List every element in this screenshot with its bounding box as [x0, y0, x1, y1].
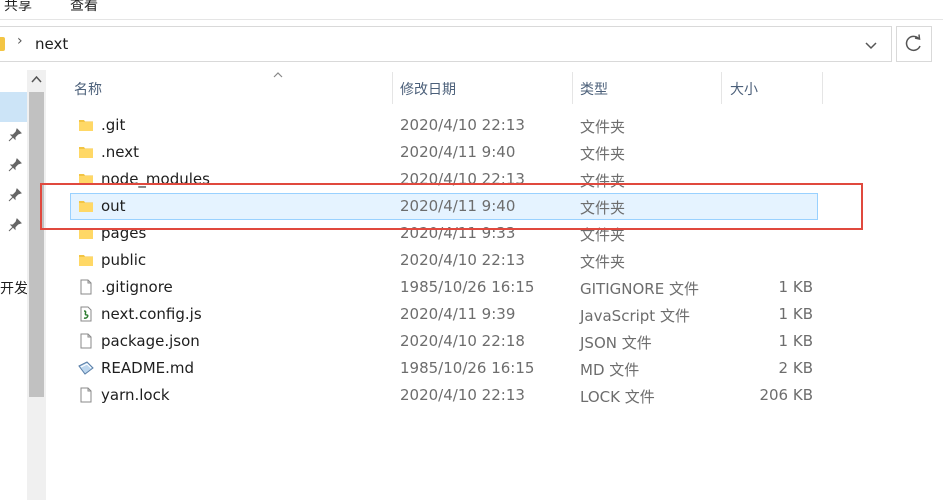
file-name: pages [101, 224, 147, 242]
file-name: node_modules [101, 170, 210, 188]
folder-icon [78, 117, 94, 133]
folder-icon [78, 171, 94, 187]
refresh-icon [905, 34, 921, 52]
column-divider[interactable] [392, 72, 393, 104]
column-divider[interactable] [721, 72, 722, 104]
pin-icon[interactable] [8, 128, 22, 142]
file-type: 文件夹 [580, 199, 626, 217]
file-type: MD 文件 [580, 361, 640, 379]
file-row[interactable]: README.md 1985/10/26 16:15 MD 文件 2 KB [70, 355, 818, 382]
ribbon-tab-view[interactable]: 查看 [70, 0, 98, 15]
column-name[interactable]: 名称 [74, 79, 102, 99]
file-row[interactable]: pages 2020/4/11 9:33 文件夹 [70, 220, 818, 247]
file-size: 206 KB [759, 386, 813, 404]
column-header: 名称 修改日期 类型 大小 [48, 70, 943, 106]
file-name: .gitignore [101, 278, 173, 296]
file-date: 2020/4/10 22:13 [400, 170, 525, 188]
file-row[interactable]: .gitignore 1985/10/26 16:15 GITIGNORE 文件… [70, 274, 818, 301]
file-name: out [101, 197, 126, 215]
column-size[interactable]: 大小 [730, 79, 758, 99]
file-type: 文件夹 [580, 145, 626, 163]
column-type[interactable]: 类型 [580, 79, 608, 99]
file-name: .git [101, 116, 126, 134]
file-size: 1 KB [778, 278, 813, 296]
file-date: 2020/4/11 9:40 [400, 143, 516, 161]
pin-icon[interactable] [8, 218, 22, 232]
file-size: 2 KB [778, 359, 813, 377]
file-row[interactable]: .git 2020/4/10 22:13 文件夹 [70, 112, 818, 139]
file-type: 文件夹 [580, 172, 626, 190]
folder-icon [78, 144, 94, 160]
file-name: README.md [101, 359, 195, 377]
folder-icon [78, 225, 94, 241]
pin-icon[interactable] [8, 158, 22, 172]
ribbon-divider [0, 19, 943, 20]
column-date[interactable]: 修改日期 [400, 79, 456, 99]
column-divider[interactable] [822, 72, 823, 104]
ribbon-tab-share[interactable]: 共享 [4, 0, 32, 15]
file-type: 文件夹 [580, 118, 626, 136]
file-date: 2020/4/11 9:33 [400, 224, 516, 242]
file-icon [78, 333, 94, 349]
address-path[interactable]: next [35, 35, 68, 53]
chevron-right-icon[interactable]: › [17, 33, 23, 49]
file-type: LOCK 文件 [580, 388, 655, 406]
sidebar-item-label[interactable]: 开发 [0, 278, 28, 298]
file-date: 2020/4/11 9:39 [400, 305, 516, 323]
file-type: JavaScript 文件 [580, 307, 690, 325]
file-row[interactable]: package.json 2020/4/10 22:18 JSON 文件 1 K… [70, 328, 818, 355]
chevron-down-icon[interactable] [861, 35, 881, 55]
file-icon [78, 279, 94, 295]
scroll-up-icon[interactable] [27, 71, 46, 89]
file-icon [78, 387, 94, 403]
folder-icon [78, 198, 94, 214]
sort-ascending-icon [273, 72, 283, 78]
file-date: 2020/4/10 22:13 [400, 386, 525, 404]
file-date: 1985/10/26 16:15 [400, 278, 535, 296]
file-row[interactable]: public 2020/4/10 22:13 文件夹 [70, 247, 818, 274]
file-row[interactable]: next.config.js 2020/4/11 9:39 JavaScript… [70, 301, 818, 328]
file-date: 2020/4/11 9:40 [400, 197, 516, 215]
file-name: package.json [101, 332, 200, 350]
file-type: 文件夹 [580, 226, 626, 244]
file-row-selected[interactable]: out 2020/4/11 9:40 文件夹 [70, 193, 818, 220]
file-size: 1 KB [778, 305, 813, 323]
ribbon-tabs: 共享 查看 [0, 0, 943, 18]
folder-icon [78, 252, 94, 268]
file-size: 1 KB [778, 332, 813, 350]
markdown-file-icon [78, 360, 94, 376]
file-name: .next [101, 143, 139, 161]
file-date: 2020/4/10 22:13 [400, 251, 525, 269]
file-name: next.config.js [101, 305, 202, 323]
column-divider[interactable] [572, 72, 573, 104]
scrollbar-thumb[interactable] [29, 92, 44, 397]
address-bar[interactable]: › next [0, 26, 892, 62]
file-row[interactable]: yarn.lock 2020/4/10 22:13 LOCK 文件 206 KB [70, 382, 818, 409]
file-row[interactable]: node_modules 2020/4/10 22:13 文件夹 [70, 166, 818, 193]
script-file-icon [78, 306, 94, 322]
nav-selected-item[interactable] [0, 92, 27, 122]
file-name: public [101, 251, 147, 269]
file-name: yarn.lock [101, 386, 170, 404]
file-date: 2020/4/10 22:13 [400, 116, 525, 134]
folder-icon [0, 37, 5, 51]
refresh-button[interactable] [896, 26, 932, 62]
file-type: 文件夹 [580, 253, 626, 271]
file-date: 2020/4/10 22:18 [400, 332, 525, 350]
pin-icon[interactable] [8, 188, 22, 202]
file-type: JSON 文件 [580, 334, 652, 352]
file-row[interactable]: .next 2020/4/11 9:40 文件夹 [70, 139, 818, 166]
file-type: GITIGNORE 文件 [580, 280, 699, 298]
file-date: 1985/10/26 16:15 [400, 359, 535, 377]
